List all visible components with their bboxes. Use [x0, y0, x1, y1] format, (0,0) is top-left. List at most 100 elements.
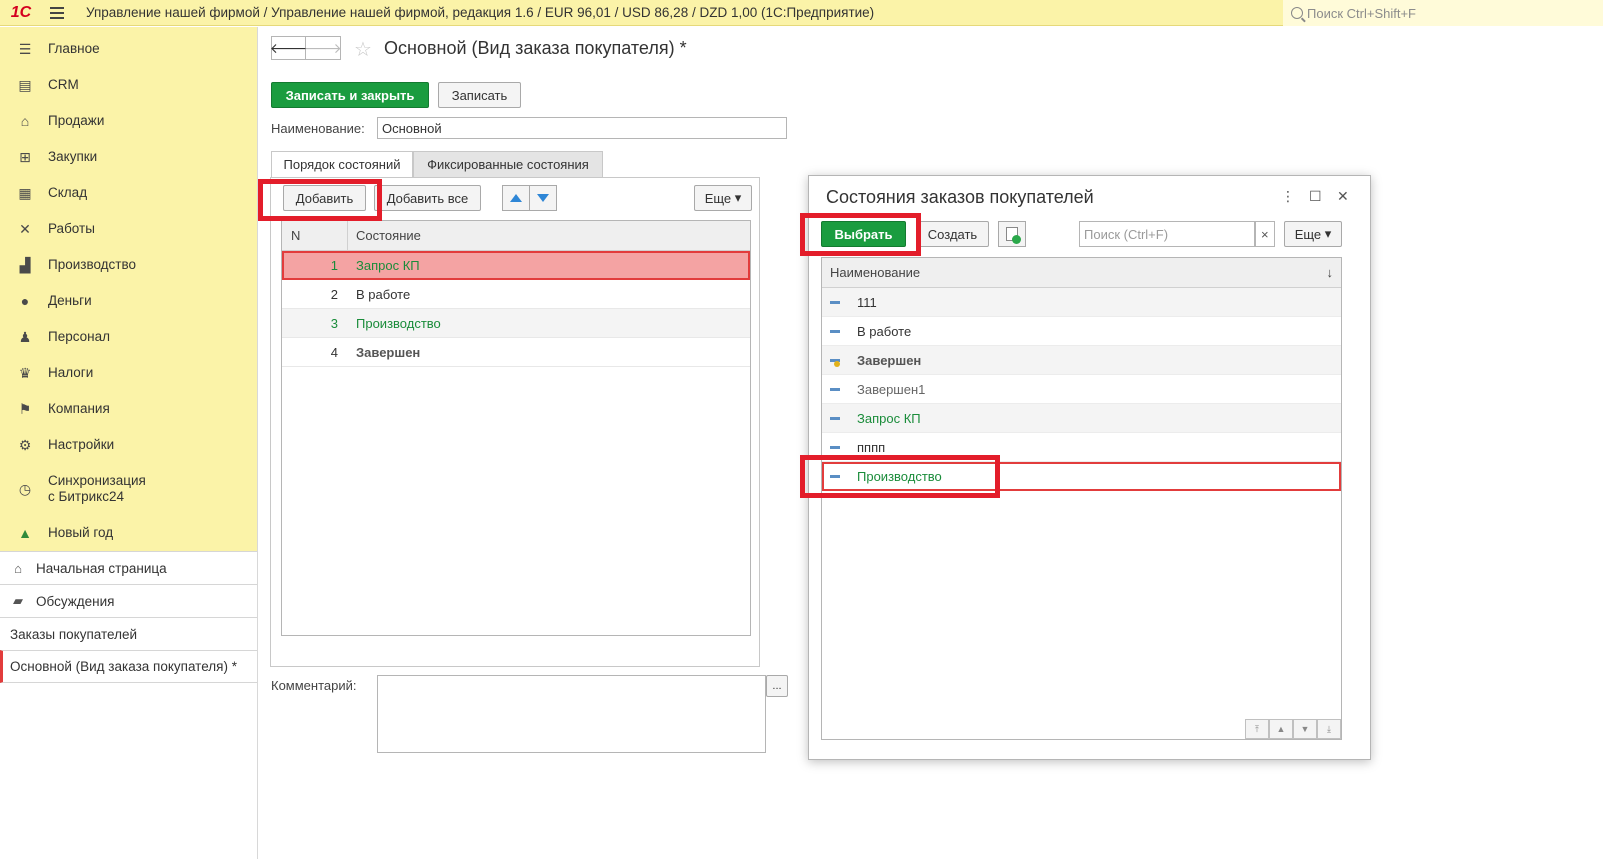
save-and-close-button[interactable]: Записать и закрыть [271, 82, 429, 108]
states-list[interactable]: Наименование ↓ 111 В работе Завершен Зав… [821, 257, 1342, 740]
sidebar-item-crm[interactable]: ▤ CRM [0, 67, 257, 103]
more-button[interactable]: Еще ▾ [694, 185, 752, 211]
table-row[interactable]: 1 Запрос КП [282, 251, 750, 280]
tab-panel: Добавить Добавить все Еще ▾ N Состояние … [270, 177, 760, 667]
list-item[interactable]: 111 [822, 288, 1341, 317]
scroll-down-icon[interactable]: ▼ [1293, 719, 1317, 739]
sidebar-item-money[interactable]: ● Деньги [0, 283, 257, 319]
menu-lines-icon: ☰ [18, 40, 32, 57]
comment-expand-button[interactable]: ... [766, 675, 788, 697]
open-window-current-form[interactable]: Основной (Вид заказа покупателя) * [0, 650, 257, 683]
basket-icon: ⌂ [20, 113, 30, 129]
crm-card-icon: ▤ [18, 76, 32, 93]
element-icon [830, 387, 840, 391]
sidebar-item-production[interactable]: ▟ Производство [0, 247, 257, 283]
menu-burger-icon[interactable] [42, 0, 72, 26]
tab-state-order[interactable]: Порядок состояний [271, 151, 413, 178]
create-button[interactable]: Создать [916, 221, 989, 247]
scroll-up-icon[interactable]: ▲ [1269, 719, 1293, 739]
table-row[interactable]: 2В работе [282, 280, 750, 309]
people-icon: ♟ [18, 328, 32, 345]
cart-icon: ⊞ [19, 148, 31, 165]
add-all-button[interactable]: Добавить все [374, 185, 481, 211]
sidebar-item-taxes[interactable]: ♛ Налоги [0, 355, 257, 391]
emblem-icon: ♛ [18, 364, 32, 381]
global-search-placeholder: Поиск Ctrl+Shift+F [1307, 5, 1416, 21]
name-field[interactable]: Основной [377, 117, 787, 139]
scroll-last-icon[interactable]: ⤓ [1317, 719, 1341, 739]
home-icon: ⌂ [14, 560, 22, 576]
create-copy-icon[interactable] [998, 221, 1026, 247]
highlight-select-button [800, 213, 921, 256]
forward-arrow-icon[interactable]: 🡒 [304, 36, 342, 60]
column-header-state[interactable]: Состояние [348, 228, 421, 243]
comment-field[interactable] [377, 675, 766, 753]
sections-panel: ☰ Главное ▤ CRM ⌂ Продажи ⊞ Закупки ▦ Склад ✕… [0, 27, 257, 551]
sync-icon: ◷ [18, 480, 32, 497]
dialog-more-button[interactable]: Еще ▾ [1284, 221, 1342, 247]
open-window-customer-orders[interactable]: Заказы покупателей [0, 617, 257, 650]
dialog-title: Состояния заказов покупателей [826, 187, 1094, 207]
sidebar-item-settings[interactable]: ⚙ Настройки [0, 427, 257, 463]
list-pager: ⤒ ▲ ▼ ⤓ [1245, 719, 1341, 739]
highlight-add-button [258, 179, 382, 221]
sidebar-item-main[interactable]: ☰ Главное [0, 31, 257, 67]
move-up-icon[interactable] [502, 185, 530, 211]
app-logo[interactable]: 1С [0, 0, 42, 26]
table-row[interactable]: 4 Завершен [282, 338, 750, 367]
page-title: Основной (Вид заказа покупателя) * [384, 38, 687, 58]
sidebar-discussions[interactable]: ▰ Обсуждения [0, 584, 257, 617]
close-icon[interactable]: ✕ [1337, 188, 1349, 205]
states-table[interactable]: N Состояние 1 Запрос КП 2В работе 3 Произв… [281, 220, 751, 636]
column-header-n[interactable]: N [282, 220, 348, 251]
save-button[interactable]: Записать [438, 82, 521, 108]
move-down-icon[interactable] [529, 185, 557, 211]
sort-arrow-icon[interactable]: ↓ [1327, 265, 1334, 280]
table-body: 1 Запрос КП 2В работе 3 Производство 4 Заве… [282, 251, 750, 367]
comment-label: Комментарий: [271, 678, 357, 693]
global-search-input[interactable]: Поиск Ctrl+Shift+F [1283, 0, 1603, 26]
tree-icon: ▲ [18, 525, 32, 541]
sidebar-item-purchases[interactable]: ⊞ Закупки [0, 139, 257, 175]
sidebar-item-bitrix-sync[interactable]: ◷ Синхронизация с Битрикс24 [0, 463, 257, 515]
money-coin-icon: ● [20, 293, 30, 309]
list-item[interactable]: Запрос КП [822, 404, 1341, 433]
sidebar-item-new-year[interactable]: ▲ Новый год [0, 515, 257, 551]
list-item[interactable]: Завершен1 [822, 375, 1341, 404]
maximize-icon[interactable]: ☐ [1309, 188, 1322, 205]
top-bar: 1С Управление нашей фирмой / Управление … [0, 0, 1603, 26]
favorite-star-icon[interactable]: ☆ [354, 37, 372, 62]
clear-search-icon[interactable]: × [1255, 221, 1275, 247]
back-arrow-icon[interactable]: 🡐 [270, 36, 307, 60]
sidebar-item-company[interactable]: ⚑ Компания [0, 391, 257, 427]
element-icon [830, 300, 840, 304]
list-item[interactable]: В работе [822, 317, 1341, 346]
factory-icon: ▟ [19, 256, 31, 273]
predefined-element-icon [830, 358, 840, 367]
highlight-production-item [800, 455, 1000, 498]
sidebar-item-sales[interactable]: ⌂ Продажи [0, 103, 257, 139]
app-title: Управление нашей фирмой / Управление наш… [86, 5, 875, 20]
list-item[interactable]: Завершен [822, 346, 1341, 375]
name-label: Наименование: [271, 121, 365, 136]
tab-fixed-states[interactable]: Фиксированные состояния [413, 151, 603, 178]
warehouse-grid-icon: ▦ [18, 184, 32, 201]
scroll-first-icon[interactable]: ⤒ [1245, 719, 1269, 739]
table-header: N Состояние [282, 220, 750, 251]
gear-icon: ⚙ [18, 436, 32, 453]
search-icon [1291, 7, 1303, 19]
table-row[interactable]: 3 Производство [282, 309, 750, 338]
sidebar: ☰ Главное ▤ CRM ⌂ Продажи ⊞ Закупки ▦ Склад ✕… [0, 27, 258, 859]
sidebar-item-warehouse[interactable]: ▦ Склад [0, 175, 257, 211]
dialog-search-input[interactable]: Поиск (Ctrl+F) [1079, 221, 1255, 247]
sidebar-home-page[interactable]: ⌂ Начальная страница [0, 551, 257, 584]
chat-icon: ▰ [13, 593, 23, 608]
sidebar-item-works[interactable]: ✕ Работы [0, 211, 257, 247]
sidebar-item-staff[interactable]: ♟ Персонал [0, 319, 257, 355]
tools-icon: ✕ [19, 220, 31, 237]
column-header-name[interactable]: Наименование [830, 265, 920, 280]
element-icon [830, 329, 840, 333]
dialog-menu-icon[interactable]: ⋮ [1281, 188, 1295, 205]
element-icon [830, 445, 840, 449]
flag-icon: ⚑ [18, 400, 32, 417]
